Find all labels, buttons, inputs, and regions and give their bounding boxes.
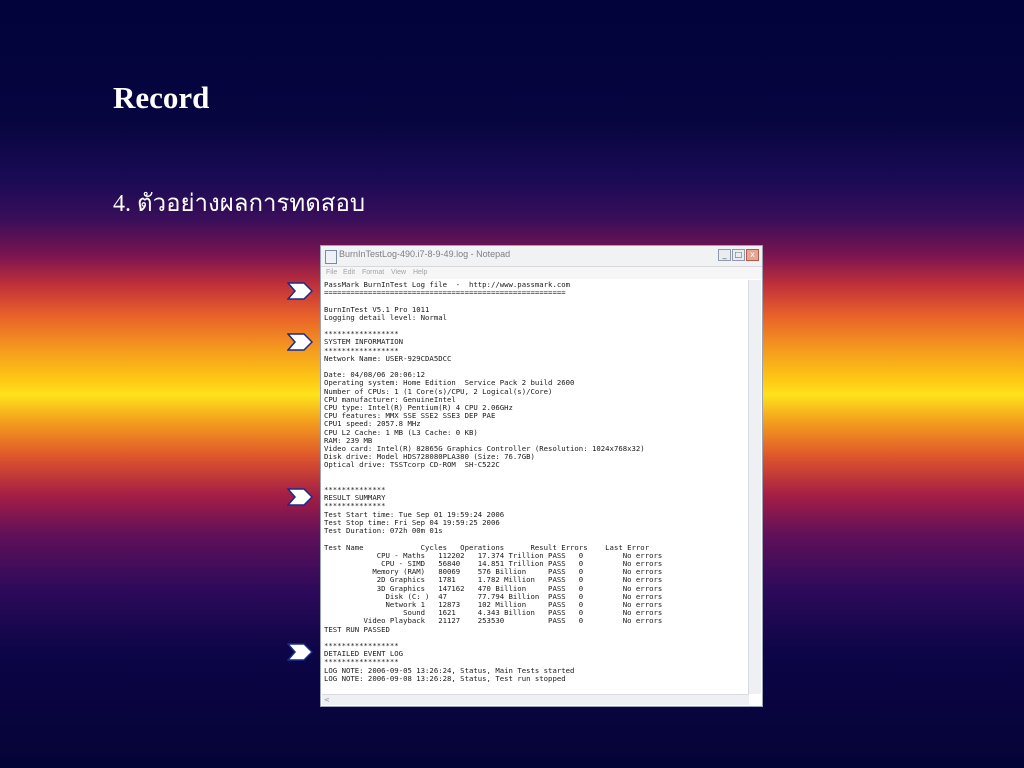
menu-help[interactable]: Help <box>413 269 427 276</box>
menu-edit[interactable]: Edit <box>343 269 355 276</box>
notepad-window: BurnInTestLog-490.i7-8-9-49.log - Notepa… <box>320 245 763 707</box>
log-line: ========================================… <box>324 288 566 298</box>
menu-file[interactable]: File <box>326 269 337 276</box>
notepad-titlebar[interactable]: BurnInTestLog-490.i7-8-9-49.log - Notepa… <box>321 246 762 267</box>
notepad-menubar: File Edit Format View Help <box>321 267 762 279</box>
notepad-window-title: BurnInTestLog-490.i7-8-9-49.log - Notepa… <box>339 249 511 259</box>
slide-title: Record <box>113 80 210 115</box>
vertical-scrollbar[interactable] <box>748 280 761 694</box>
menu-view[interactable]: View <box>391 269 406 276</box>
log-text: PassMark BurnInTest Log file - http://ww… <box>323 280 748 684</box>
slide-subtitle: 4. ตัวอย่างผลการทดสอบ <box>113 191 366 217</box>
pointer-arrow-icon <box>287 333 313 351</box>
log-line: Logging detail level: Normal <box>324 312 448 322</box>
log-line: Test Duration: 072h 00m 01s <box>324 526 443 536</box>
menu-format[interactable]: Format <box>362 269 384 276</box>
log-line: LOG NOTE: 2006-09-08 13:26:28, Status, T… <box>324 673 566 683</box>
log-line: TEST RUN PASSED <box>324 624 390 634</box>
notepad-text-area[interactable]: PassMark BurnInTest Log file - http://ww… <box>323 280 748 694</box>
pointer-arrow-icon <box>287 643 313 661</box>
log-line: Optical drive: TSSTcorp CD-ROM SH-C522C <box>324 460 500 470</box>
notepad-document-icon <box>325 250 337 264</box>
pointer-arrow-icon <box>287 282 313 300</box>
log-line: Network Name: USER-929CDA5DCC <box>324 353 452 363</box>
close-button[interactable]: x <box>746 249 759 261</box>
minimize-button[interactable]: _ <box>718 249 731 261</box>
horizontal-scrollbar[interactable]: < <box>322 694 749 705</box>
scroll-left-icon[interactable]: < <box>324 695 330 705</box>
maximize-button[interactable]: □ <box>732 249 745 261</box>
pointer-arrow-icon <box>287 488 313 506</box>
